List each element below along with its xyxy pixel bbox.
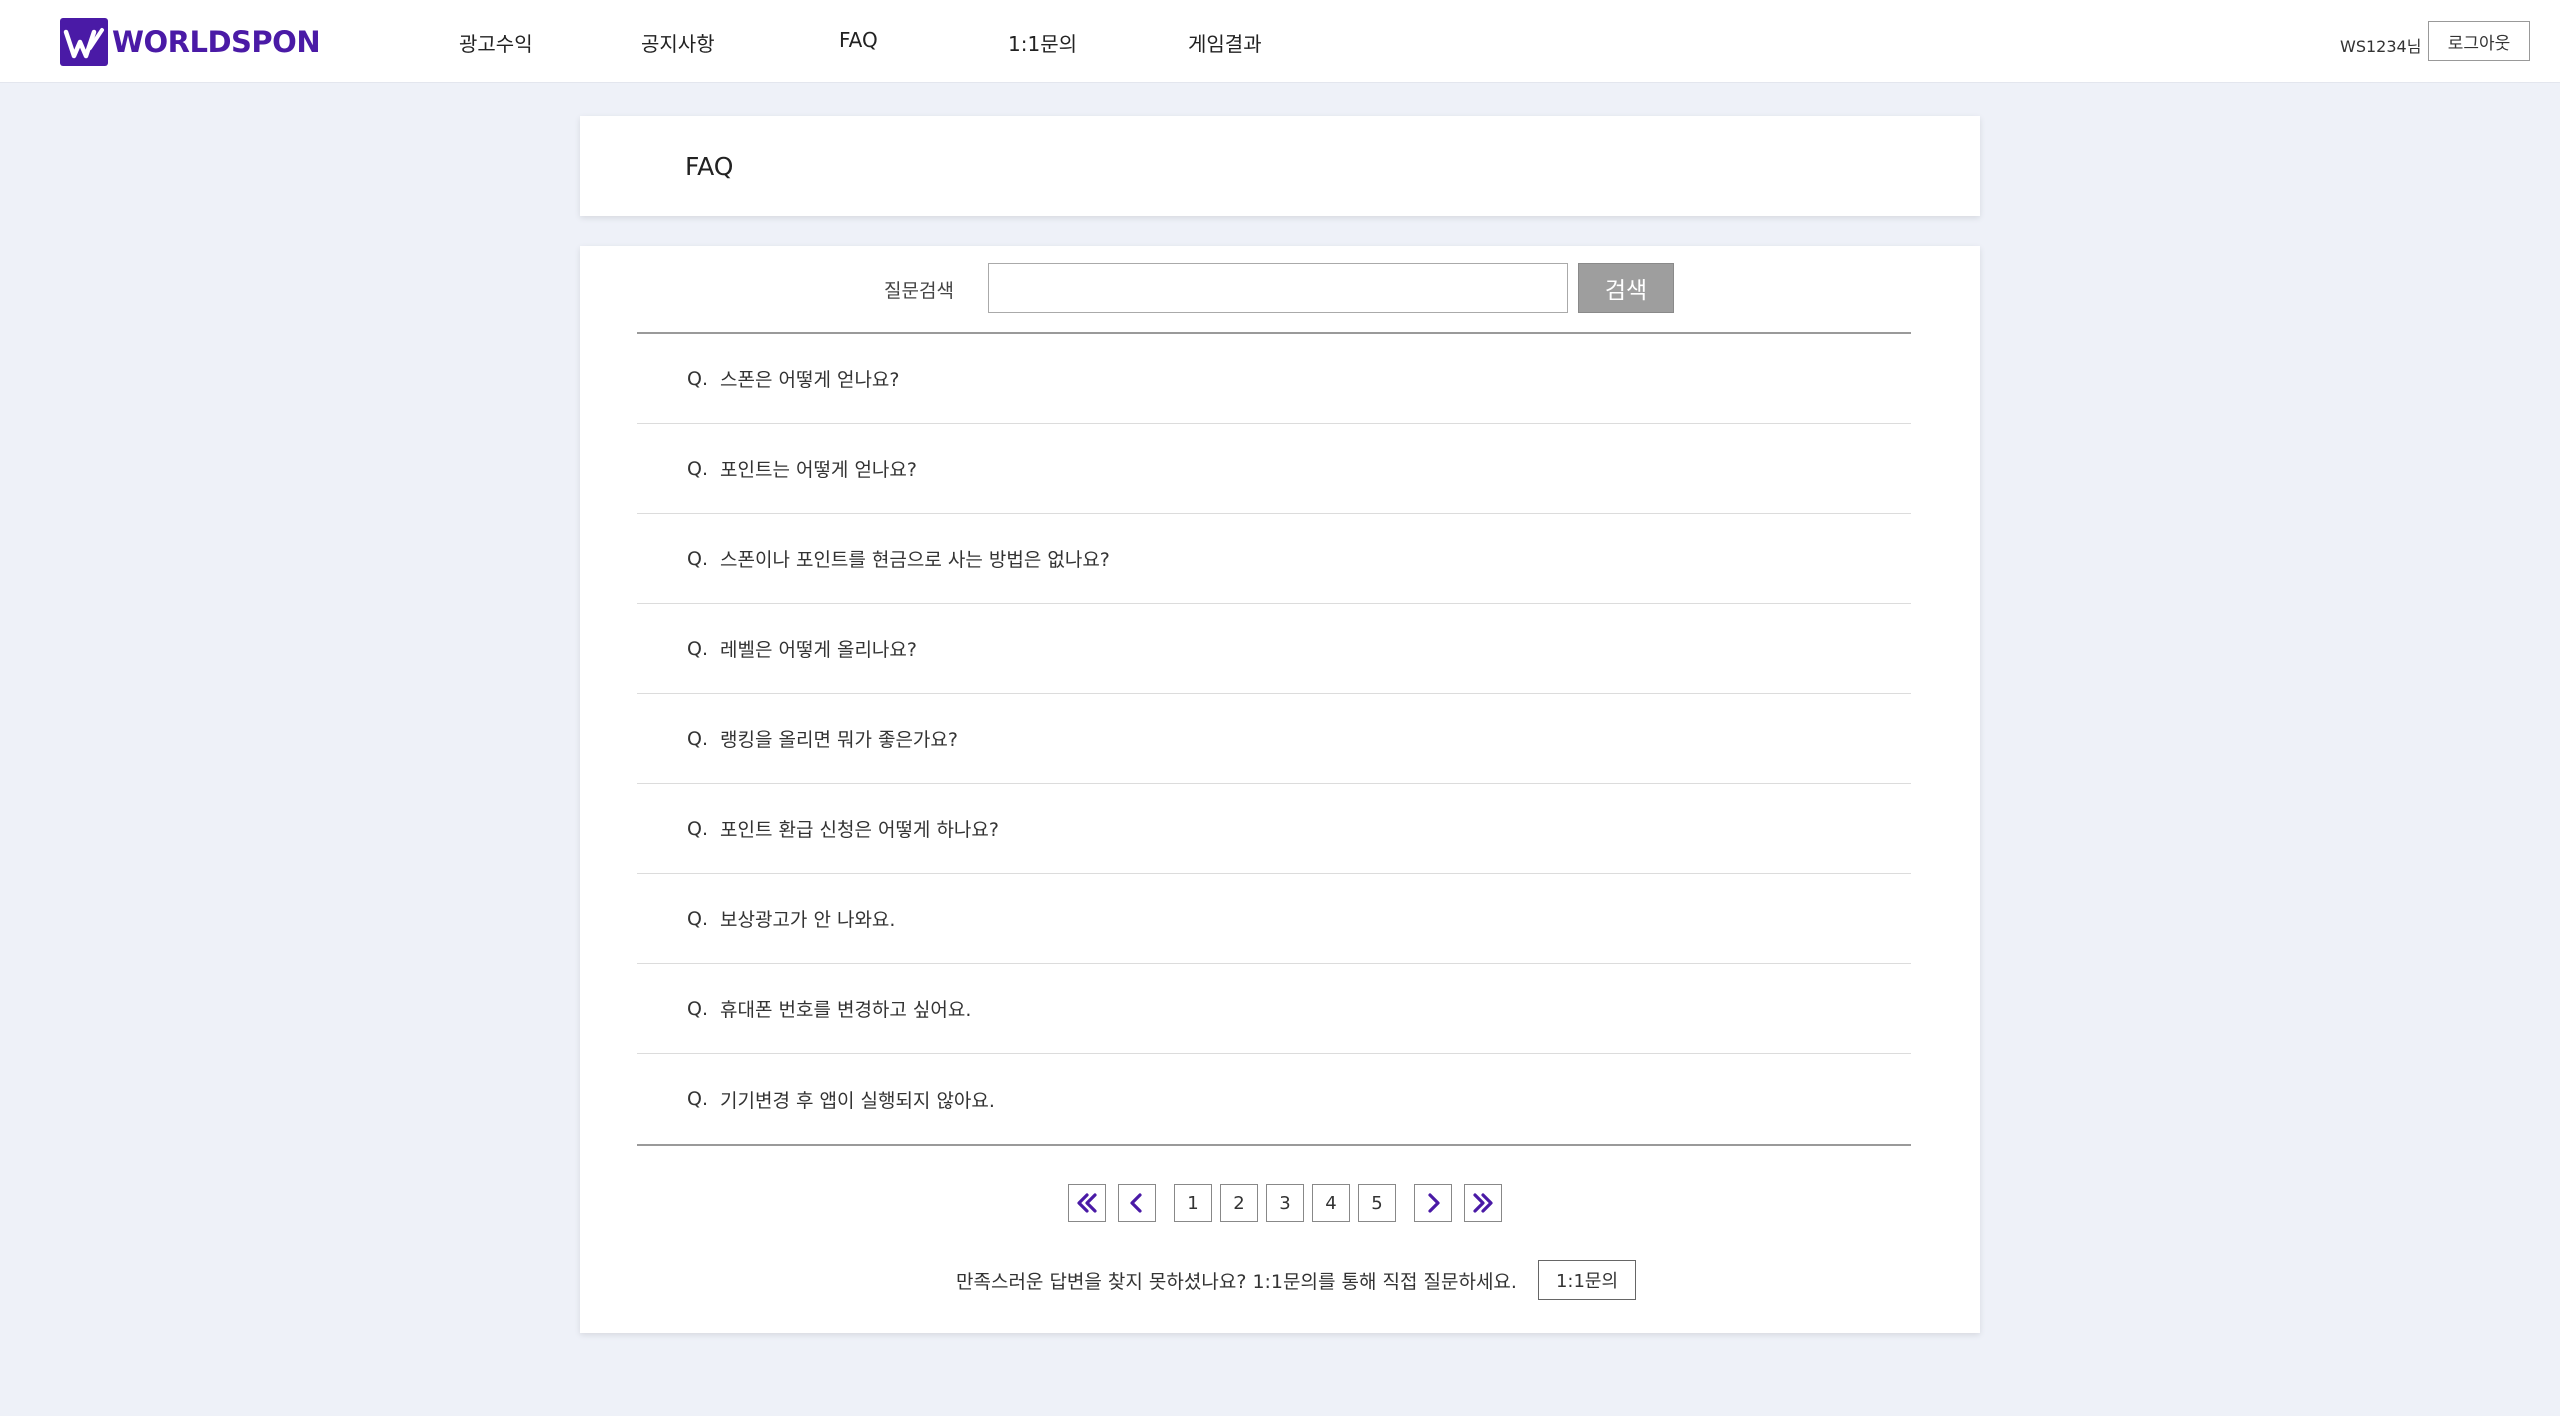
faq-item[interactable]: Q. 포인트 환급 신청은 어떻게 하나요? [637,784,1911,874]
faq-q-prefix: Q. [687,457,708,480]
faq-question: 기기변경 후 앱이 실행되지 않아요. [720,1089,995,1112]
nav-item-inquiry[interactable]: 1:1문의 [1008,28,1077,57]
last-page-button[interactable] [1464,1184,1502,1222]
faq-question: 레벨은 어떻게 올리나요? [720,639,917,661]
faq-question: 포인트는 어떻게 얻나요? [720,459,917,481]
faq-q-prefix: Q. [687,997,708,1020]
faq-item[interactable]: Q. 스폰은 어떻게 얻나요? [637,334,1911,424]
faq-question: 스폰이나 포인트를 현금으로 사는 방법은 없나요? [720,549,1110,571]
inquiry-button[interactable]: 1:1문의 [1538,1260,1636,1300]
next-page-button[interactable] [1414,1184,1452,1222]
search-input[interactable] [988,263,1568,313]
help-text: 만족스러운 답변을 찾지 못하셨나요? 1:1문의를 통해 직접 질문하세요. [956,1271,1517,1293]
first-page-button[interactable] [1068,1184,1106,1222]
prev-page-button[interactable] [1118,1184,1156,1222]
nav-item-notice[interactable]: 공지사항 [641,28,715,57]
faq-question: 휴대폰 번호를 변경하고 싶어요. [720,999,972,1021]
logout-button[interactable]: 로그아웃 [2428,21,2530,61]
faq-q-prefix: Q. [687,817,708,840]
double-chevron-left-icon [1077,1193,1097,1213]
faq-q-prefix: Q. [687,367,708,390]
chevron-left-icon [1130,1193,1142,1213]
faq-question: 보상광고가 안 나와요. [720,909,896,931]
page-title-card: FAQ [580,116,1980,216]
page-button-1[interactable]: 1 [1174,1184,1212,1222]
logo[interactable]: WORLDSPON [60,18,321,66]
faq-question: 포인트 환급 신청은 어떻게 하나요? [720,819,999,841]
pagination: 1 2 3 4 5 [580,1184,1980,1224]
faq-question: 스폰은 어떻게 얻나요? [720,369,900,391]
faq-q-prefix: Q. [687,637,708,660]
user-name: WS1234님 [2340,37,2422,56]
top-navigation-bar: WORLDSPON 광고수익 공지사항 FAQ 1:1문의 게임결과 WS123… [0,0,2560,83]
faq-list: Q. 스폰은 어떻게 얻나요? Q. 포인트는 어떻게 얻나요? Q. 스폰이나 포인… [637,332,1911,1146]
faq-item[interactable]: Q. 보상광고가 안 나와요. [637,874,1911,964]
search-label: 질문검색 [884,280,954,302]
faq-q-prefix: Q. [687,547,708,570]
faq-item[interactable]: Q. 기기변경 후 앱이 실행되지 않아요. [637,1054,1911,1144]
nav-item-faq[interactable]: FAQ [839,28,878,52]
logo-text: WORLDSPON [112,25,321,59]
nav-item-game-results[interactable]: 게임결과 [1188,28,1262,57]
chevron-right-icon [1428,1193,1440,1213]
search-button[interactable]: 검색 [1578,263,1674,313]
faq-q-prefix: Q. [687,907,708,930]
faq-item[interactable]: Q. 포인트는 어떻게 얻나요? [637,424,1911,514]
faq-item[interactable]: Q. 레벨은 어떻게 올리나요? [637,604,1911,694]
double-chevron-right-icon [1473,1193,1493,1213]
nav-item-ad-revenue[interactable]: 광고수익 [459,28,533,57]
page-button-3[interactable]: 3 [1266,1184,1304,1222]
page-title: FAQ [685,152,734,181]
worldspon-logo-icon [60,18,108,66]
faq-q-prefix: Q. [687,1088,708,1110]
faq-item[interactable]: Q. 랭킹을 올리면 뭐가 좋은가요? [637,694,1911,784]
page-button-2[interactable]: 2 [1220,1184,1258,1222]
faq-panel: 질문검색 검색 Q. 스폰은 어떻게 얻나요? Q. 포인트는 어떻게 얻나요? Q… [580,246,1980,1333]
faq-item[interactable]: Q. 휴대폰 번호를 변경하고 싶어요. [637,964,1911,1054]
page-button-5[interactable]: 5 [1358,1184,1396,1222]
page-button-4[interactable]: 4 [1312,1184,1350,1222]
faq-item[interactable]: Q. 스폰이나 포인트를 현금으로 사는 방법은 없나요? [637,514,1911,604]
faq-q-prefix: Q. [687,727,708,750]
faq-question: 랭킹을 올리면 뭐가 좋은가요? [720,729,958,751]
